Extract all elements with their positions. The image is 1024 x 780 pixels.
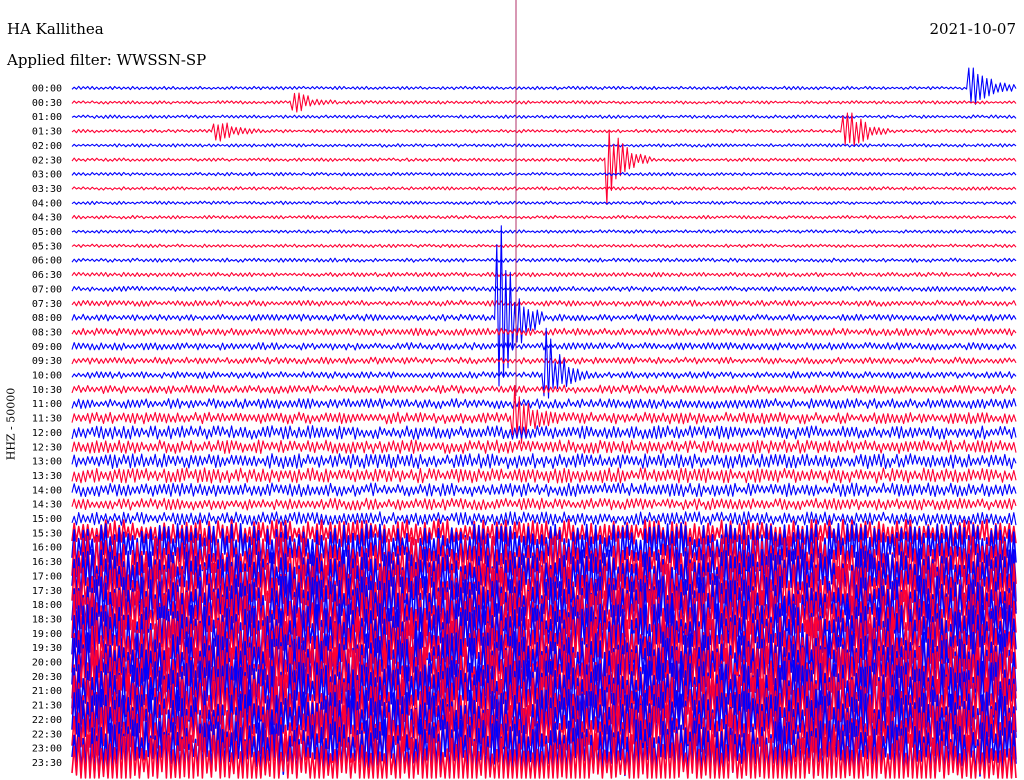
trace-row [71,257,1017,263]
time-tick-label: 02:00 [32,141,62,152]
trace-row [71,398,1017,410]
time-tick-label: 01:00 [32,112,62,123]
time-tick-label: 23:30 [32,758,62,769]
trace-row [71,511,1017,526]
time-tick-label: 14:30 [32,500,62,511]
time-tick-label: 22:30 [32,729,62,740]
time-tick-label: 08:30 [32,327,62,338]
trace-row [71,229,1017,234]
trace-row [71,439,1017,454]
trace-row [71,171,1017,177]
time-tick-label: 06:00 [32,256,62,267]
trace-row [71,453,1017,470]
trace-row [71,467,1017,484]
trace-row [71,200,1017,206]
trace-row [71,327,1017,337]
trace-row [71,214,1017,220]
time-tick-label: 17:30 [32,586,62,597]
time-tick-label: 10:00 [32,371,62,382]
time-tick-label: 22:00 [32,715,62,726]
time-tick-label: 04:00 [32,198,62,209]
time-tick-label: 21:00 [32,686,62,697]
time-tick-label: 08:00 [32,313,62,324]
trace-row [71,497,1017,511]
time-tick-label: 05:00 [32,227,62,238]
time-tick-label: 11:30 [32,414,62,425]
time-tick-label: 12:00 [32,428,62,439]
time-tick-label: 09:30 [32,356,62,367]
time-tick-label: 03:30 [32,184,62,195]
time-tick-label: 02:30 [32,155,62,166]
time-tick-group: 00:00 00:30 01:00 01:30 02:00 02:30 03:00 03:30… [32,84,62,769]
time-tick-label: 05:30 [32,241,62,252]
trace-row [71,327,1017,399]
trace-row [71,92,1017,113]
time-tick-label: 03:00 [32,170,62,181]
trace-row [71,482,1017,498]
time-tick-label: 13:30 [32,471,62,482]
trace-row [71,425,1017,440]
time-tick-label: 15:00 [32,514,62,525]
time-tick-label: 16:00 [32,543,62,554]
time-tick-label: 00:30 [32,98,62,109]
time-tick-label: 06:30 [32,270,62,281]
time-tick-label: 09:00 [32,342,62,353]
time-tick-label: 21:30 [32,701,62,712]
time-tick-label: 23:00 [32,744,62,755]
time-tick-label: 19:30 [32,643,62,654]
time-tick-label: 20:30 [32,672,62,683]
trace-row [71,186,1017,191]
time-tick-label: 07:30 [32,299,62,310]
time-tick-label: 10:30 [32,385,62,396]
trace-row [71,130,1017,205]
time-tick-label: 07:00 [32,284,62,295]
trace-row [71,243,1017,249]
time-tick-label: 11:00 [32,399,62,410]
trace-row [71,271,1017,278]
time-tick-label: 00:00 [32,84,62,95]
trace-row [71,342,1017,351]
time-tick-label: 18:00 [32,600,62,611]
time-tick-label: 16:30 [32,557,62,568]
time-tick-label: 01:30 [32,127,62,138]
trace-row [71,67,1017,105]
time-tick-label: 20:00 [32,658,62,669]
trace-row [71,356,1017,365]
time-tick-label: 12:30 [32,442,62,453]
helicorder-plot: 00:00 00:30 01:00 01:30 02:00 02:30 03:00 03:30… [32,0,1017,779]
trace-row [71,114,1017,119]
trace-group [71,67,1017,779]
time-tick-label: 15:30 [32,528,62,539]
time-tick-label: 14:00 [32,485,62,496]
time-tick-label: 18:30 [32,614,62,625]
time-tick-label: 04:30 [32,213,62,224]
trace-row [71,143,1017,148]
time-tick-label: 17:00 [32,571,62,582]
trace-row [71,285,1017,292]
time-tick-label: 19:00 [32,629,62,640]
time-tick-label: 13:00 [32,457,62,468]
trace-row [71,299,1017,307]
